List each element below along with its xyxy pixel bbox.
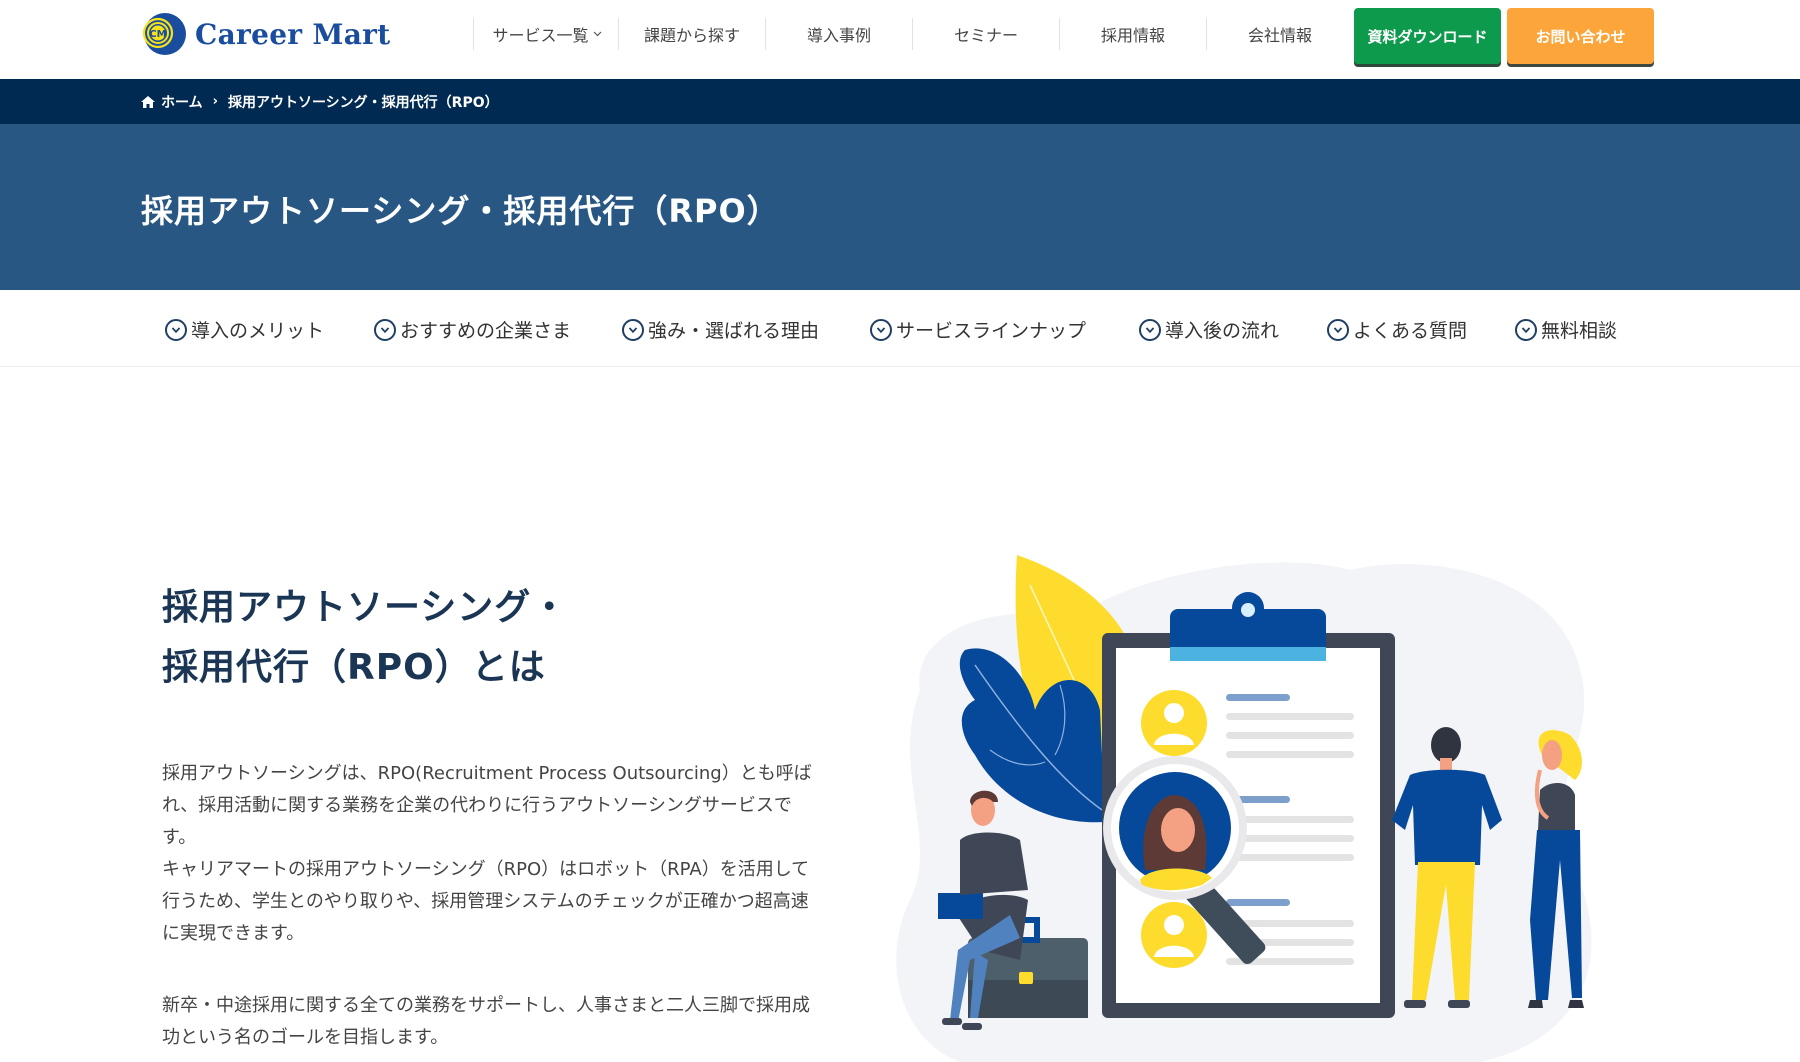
avatar-user-icon xyxy=(1141,690,1207,756)
anchor-label: サービスラインナップ xyxy=(896,320,1087,342)
nav-label: 会社情報 xyxy=(1247,26,1312,45)
nav-label: セミナー xyxy=(953,26,1018,45)
page-banner: 採用アウトソーシング・採用代行（RPO） xyxy=(0,124,1800,290)
career-mart-logo-icon: CM xyxy=(141,11,187,57)
site-header: CM Career Mart サービス一覧 課題から探す 導入事例 セミナー 採… xyxy=(0,0,1800,79)
chevron-circle-down-icon xyxy=(1327,318,1349,341)
chevron-down-icon xyxy=(593,29,602,40)
anchor-label: 導入のメリット xyxy=(191,320,325,342)
breadcrumb: ホーム › 採用アウトソーシング・採用代行（RPO） xyxy=(0,79,1800,124)
section-title-line1: 採用アウトソーシング・ xyxy=(162,587,569,628)
chevron-circle-down-icon xyxy=(870,318,892,341)
chevron-circle-down-icon xyxy=(622,318,644,341)
logo-text: Career Mart xyxy=(195,17,391,51)
chevron-circle-down-icon xyxy=(1515,318,1537,341)
anchor-recommended[interactable]: おすすめの企業さま xyxy=(374,316,571,343)
chevron-circle-down-icon xyxy=(165,318,187,341)
nav-company[interactable]: 会社情報 xyxy=(1206,18,1353,50)
download-materials-button[interactable]: 資料ダウンロード xyxy=(1354,8,1501,64)
anchor-label: 導入後の流れ xyxy=(1165,320,1280,342)
contact-button[interactable]: お問い合わせ xyxy=(1507,8,1654,64)
section-title: 採用アウトソーシング・ 採用代行（RPO）とは xyxy=(162,578,568,698)
anchor-label: よくある質問 xyxy=(1353,320,1468,342)
section-title-line2: 採用代行（RPO）とは xyxy=(162,647,546,688)
recruitment-illustration xyxy=(880,540,1640,1062)
nav-label: 導入事例 xyxy=(806,26,871,45)
nav-label: 採用情報 xyxy=(1100,26,1165,45)
chevron-circle-down-icon xyxy=(374,318,396,341)
breadcrumb-current: 採用アウトソーシング・採用代行（RPO） xyxy=(227,94,499,111)
nav-case-studies[interactable]: 導入事例 xyxy=(765,18,912,50)
nav-seminars[interactable]: セミナー xyxy=(912,18,1059,50)
anchor-flow[interactable]: 導入後の流れ xyxy=(1139,316,1279,343)
avatar-user-icon xyxy=(1141,902,1207,968)
page-title: 採用アウトソーシング・採用代行（RPO） xyxy=(141,192,780,230)
main-nav: サービス一覧 課題から探す 導入事例 セミナー 採用情報 会社情報 xyxy=(473,17,1353,51)
anchor-consultation[interactable]: 無料相談 xyxy=(1515,316,1617,343)
support-paragraph: 新卒・中途採用に関する全ての業務をサポートし、人事さまと二人三脚で採用成功という… xyxy=(162,995,810,1048)
anchor-faq[interactable]: よくある質問 xyxy=(1327,316,1467,343)
anchor-label: 無料相談 xyxy=(1541,320,1618,342)
nav-recruitment[interactable]: 採用情報 xyxy=(1059,18,1206,50)
nav-label: サービス一覧 xyxy=(492,26,589,45)
intro-paragraph: 採用アウトソーシングは、RPO(Recruitment Process Outs… xyxy=(162,763,812,944)
chevron-circle-down-icon xyxy=(1139,318,1161,341)
anchor-label: 強み・選ばれる理由 xyxy=(648,320,820,342)
anchor-nav: 導入のメリット おすすめの企業さま 強み・選ばれる理由 サービスラインナップ 導… xyxy=(0,290,1800,367)
breadcrumb-separator: › xyxy=(212,94,218,109)
nav-label: 課題から探す xyxy=(643,26,740,45)
logo[interactable]: CM Career Mart xyxy=(141,11,390,57)
anchor-merits[interactable]: 導入のメリット xyxy=(165,316,324,343)
anchor-strengths[interactable]: 強み・選ばれる理由 xyxy=(622,316,819,343)
nav-services[interactable]: サービス一覧 xyxy=(473,18,618,50)
svg-text:CM: CM xyxy=(149,29,166,40)
anchor-lineup[interactable]: サービスラインナップ xyxy=(870,316,1086,343)
anchor-label: おすすめの企業さま xyxy=(400,320,572,342)
home-icon xyxy=(141,95,155,108)
breadcrumb-home-link[interactable]: ホーム xyxy=(161,92,203,112)
nav-find-by-issue[interactable]: 課題から探す xyxy=(618,18,765,50)
